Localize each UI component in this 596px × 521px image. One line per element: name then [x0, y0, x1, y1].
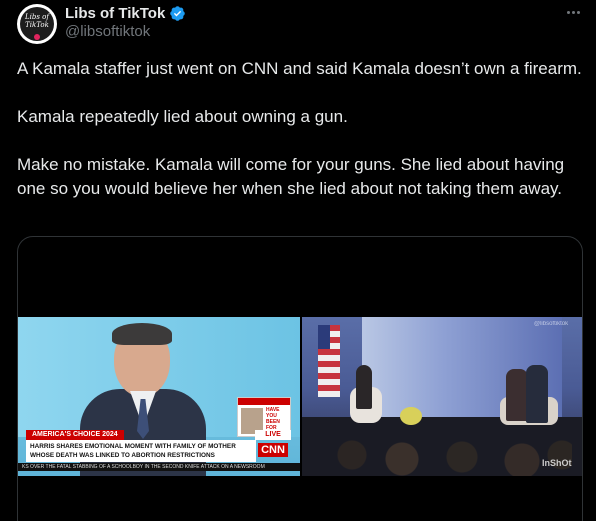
author-name-row: Libs of TikTok — [65, 3, 186, 23]
video-frame[interactable]: HAVE YOU BEEN FOR THIS? LIVE AMERICA'S C… — [18, 317, 582, 476]
video-watermark: @libsoftiktok — [534, 321, 569, 327]
stage-person — [526, 365, 548, 423]
cnn-headline-line1: HARRIS SHARES EMOTIONAL MOMENT WITH FAMI… — [30, 443, 236, 450]
us-flag-icon — [318, 325, 340, 397]
tweet-paragraph: Make no mistake. Kamala will come for yo… — [17, 155, 565, 198]
author-handle[interactable]: @libsoftiktok — [65, 23, 150, 40]
stage-person — [506, 369, 528, 421]
stage-person — [356, 365, 372, 409]
anchor-hair — [112, 323, 172, 345]
cnn-headline-line2: WHOSE DEATH WAS LINKED TO ABORTION RESTR… — [30, 452, 215, 459]
verified-badge-icon — [170, 5, 186, 21]
tweet-paragraph: A Kamala staffer just went on CNN and sa… — [17, 59, 582, 78]
video-player[interactable]: HAVE YOU BEEN FOR THIS? LIVE AMERICA'S C… — [17, 236, 583, 521]
tweet-paragraph: Kamala repeatedly lied about owning a gu… — [17, 107, 348, 126]
cnn-section-label: AMERICA'S CHOICE 2024 — [26, 430, 124, 440]
cnn-ticker: KS OVER THE FATAL STABBING OF A SCHOOLBO… — [18, 463, 300, 471]
audience — [332, 435, 572, 476]
cnn-lower-third: HARRIS SHARES EMOTIONAL MOMENT WITH FAMI… — [26, 440, 256, 462]
stage-panel: @libsoftiktok InShOt — [302, 317, 582, 476]
cnn-live-label: LIVE — [255, 430, 291, 440]
author-display-name[interactable]: Libs of TikTok — [65, 5, 165, 22]
more-options-icon[interactable] — [563, 4, 583, 20]
cnn-logo: CNN — [258, 443, 288, 457]
avatar-dot — [34, 34, 40, 40]
tweet: Libs of TikTok Libs of TikTok @libsoftik… — [0, 0, 596, 521]
tweet-text: A Kamala staffer just went on CNN and sa… — [17, 57, 587, 201]
cnn-broadcast-panel: HAVE YOU BEEN FOR THIS? LIVE AMERICA'S C… — [18, 317, 300, 476]
avatar-logo-line1: Libs of — [25, 13, 49, 21]
avatar-logo-line2: TikTok — [25, 21, 49, 29]
inshot-watermark: InShOt — [542, 458, 572, 468]
avatar-logo-text: Libs of TikTok — [17, 13, 57, 29]
avatar[interactable]: Libs of TikTok — [17, 4, 57, 44]
